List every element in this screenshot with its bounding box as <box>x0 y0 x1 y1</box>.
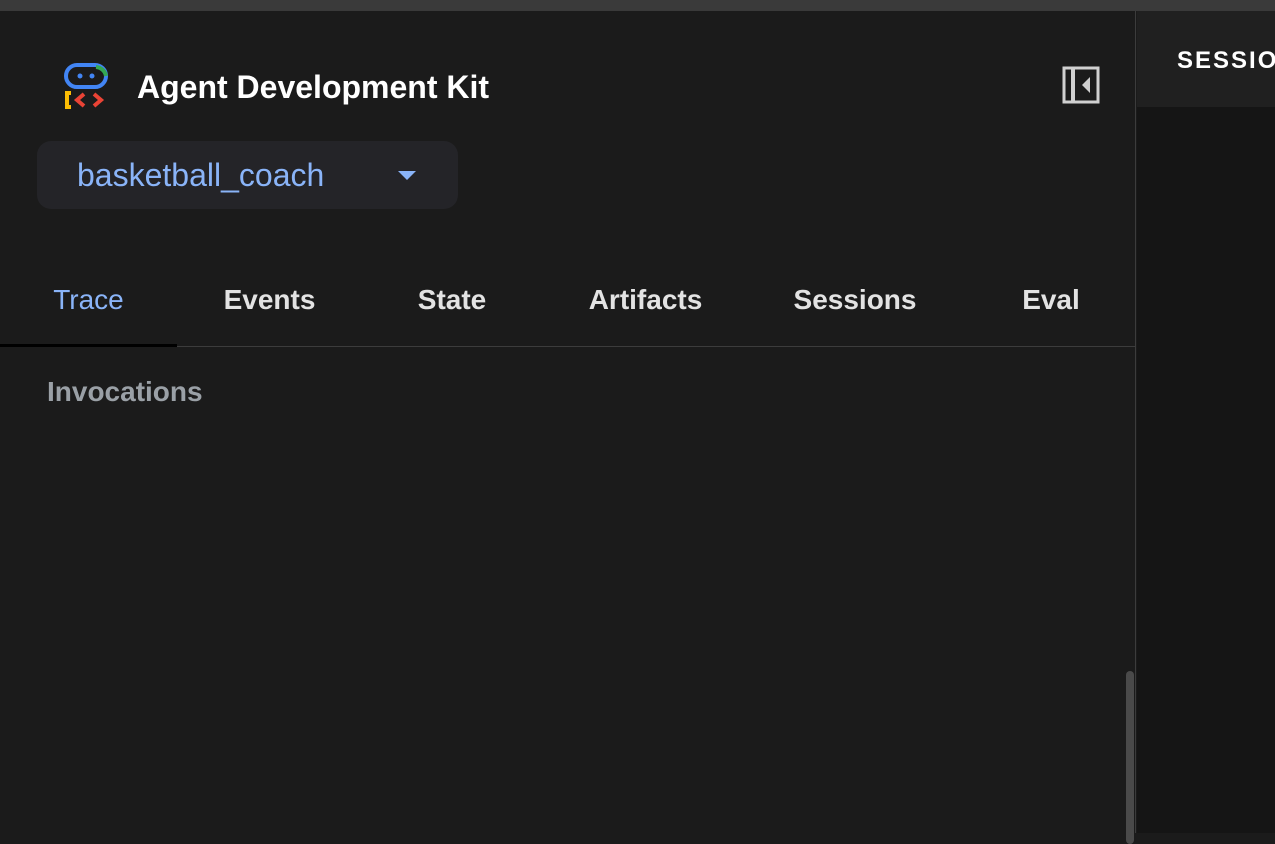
agent-select-value: basketball_coach <box>77 157 325 193</box>
active-tab-indicator <box>0 344 177 347</box>
tab-label: Artifacts <box>588 284 703 315</box>
agent-select-dropdown[interactable]: basketball_coach <box>37 141 458 209</box>
collapse-sidebar-button[interactable] <box>1061 65 1101 105</box>
sidebar-tabs: Trace Events State Artifacts Sessions Ev… <box>0 253 1135 347</box>
main-content-area <box>1137 107 1275 833</box>
dropdown-arrow-icon <box>398 171 416 180</box>
tab-artifacts[interactable]: Artifacts <box>542 253 749 346</box>
tab-label: Trace <box>53 284 124 315</box>
app-title: Agent Development Kit <box>137 69 490 105</box>
tab-events[interactable]: Events <box>177 253 362 346</box>
tab-state[interactable]: State <box>362 253 542 346</box>
main-toolbar: SESSIO <box>1137 11 1275 107</box>
collapse-sidebar-icon <box>1062 66 1100 104</box>
tab-trace[interactable]: Trace <box>0 253 177 347</box>
window-top-strip <box>0 0 1275 11</box>
tab-label: Sessions <box>793 284 917 315</box>
invocations-heading: Invocations <box>47 376 203 407</box>
tab-label: Eval <box>1022 284 1080 315</box>
session-header-label: SESSIO <box>1177 47 1275 74</box>
tab-label: Events <box>223 284 316 315</box>
adk-logo-icon <box>62 62 110 110</box>
tab-label: State <box>417 284 487 315</box>
tab-sessions[interactable]: Sessions <box>749 253 961 346</box>
sidebar-scrollbar[interactable] <box>1126 671 1134 844</box>
tab-eval[interactable]: Eval <box>961 253 1141 346</box>
side-panel: Agent Development Kit basketball_coach T… <box>0 11 1136 844</box>
